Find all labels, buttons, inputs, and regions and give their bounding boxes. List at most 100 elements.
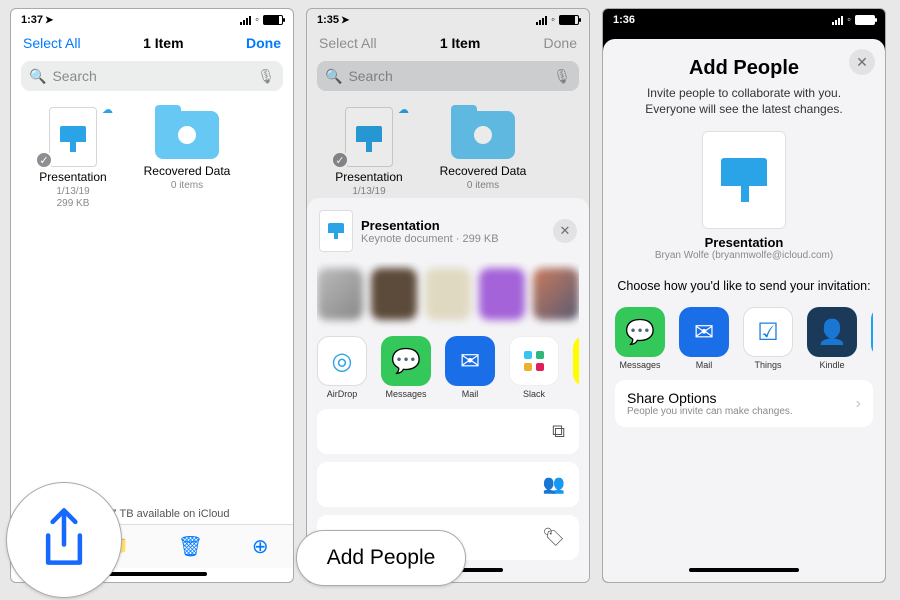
battery-icon <box>263 15 283 25</box>
sheet-title: Presentation <box>361 218 499 233</box>
cell-signal-icon <box>536 16 547 25</box>
airdrop-icon: ◎ <box>317 336 367 386</box>
done-button: Done <box>544 35 577 51</box>
close-card-button[interactable]: ✕ <box>849 49 875 75</box>
mic-icon: 🎙 <box>553 68 571 85</box>
app-kindle[interactable]: 👤 Kindle <box>807 307 857 370</box>
file-date: 1/13/19 <box>325 186 413 198</box>
app-mail[interactable]: ✉︎Mail <box>445 336 495 399</box>
cell-signal-icon <box>832 16 843 25</box>
app-messages[interactable]: 💬 Messages <box>381 336 431 399</box>
nav-title: 1 Item <box>440 35 480 51</box>
file-size: 299 KB <box>29 198 117 210</box>
status-time: 1:37 <box>21 14 43 26</box>
phone-add-people: 1:36 ◦ ✕ Add People Invite people to col… <box>602 8 886 583</box>
folder-icon <box>451 111 515 159</box>
contact-avatar[interactable] <box>425 268 471 320</box>
messages-icon: 💬 <box>381 336 431 386</box>
contact-avatar[interactable] <box>317 268 363 320</box>
action-copy[interactable]: Copy⧉ <box>317 409 579 454</box>
airdrop-contacts-row[interactable] <box>317 262 579 330</box>
callout-add-people: Add People <box>296 530 466 586</box>
app-label: Messages <box>385 389 426 399</box>
search-field: 🔍 Search 🎙 <box>317 61 579 91</box>
wifi-icon: ◦ <box>255 14 259 26</box>
invite-apps-row[interactable]: 💬 Messages ✉︎ Mail ☑︎Things 👤 Kindle ✦T <box>615 301 873 372</box>
share-apps-row[interactable]: ◎AirDrop 💬 Messages ✉︎Mail Slack 👻Sn <box>317 330 579 401</box>
file-item-recovered: Recovered Data 0 items <box>439 107 527 210</box>
callout-label: Add People <box>327 546 436 570</box>
home-indicator[interactable] <box>97 572 207 576</box>
messages-icon: 💬 <box>615 307 665 357</box>
app-label: Kindle <box>819 360 844 370</box>
status-bar: 1:37➤ ◦ <box>11 9 293 29</box>
mic-icon[interactable]: 🎙 <box>257 68 275 85</box>
twitter-icon: ✦ <box>871 307 873 357</box>
file-item-recovered[interactable]: Recovered Data 0 items <box>143 107 231 210</box>
cell-signal-icon <box>240 16 251 25</box>
chevron-right-icon: › <box>856 395 861 413</box>
things-icon: ☑︎ <box>743 307 793 357</box>
file-date: 1/13/19 <box>29 186 117 198</box>
app-things[interactable]: ☑︎Things <box>743 307 793 370</box>
location-icon: ➤ <box>341 15 349 26</box>
status-bar: 1:35➤ ◦ <box>307 9 589 29</box>
search-placeholder: Search <box>348 68 392 84</box>
share-options-title: Share Options <box>627 390 793 406</box>
card-title: Add People <box>615 57 873 80</box>
location-icon: ➤ <box>45 15 53 26</box>
document-name: Presentation <box>615 235 873 250</box>
app-mail[interactable]: ✉︎ Mail <box>679 307 729 370</box>
kindle-icon: 👤 <box>807 307 857 357</box>
app-label: Messages <box>619 360 660 370</box>
delete-button[interactable]: 🗑 <box>178 534 203 559</box>
phone-share-sheet: 1:35➤ ◦ Select All 1 Item Done 🔍 Search … <box>306 8 590 583</box>
nav-bar: Select All 1 Item Done <box>11 29 293 57</box>
close-sheet-button[interactable]: ✕ <box>553 219 577 243</box>
snapchat-icon: 👻 <box>573 336 579 386</box>
cloud-upload-icon: ☁︎ <box>102 103 113 116</box>
document-owner: Bryan Wolfe (bryanmwolfe@icloud.com) <box>615 250 873 261</box>
file-name: Recovered Data <box>439 165 527 179</box>
tag-icon: 🏷 <box>542 527 565 548</box>
app-label: Mail <box>696 360 713 370</box>
mail-icon: ✉︎ <box>679 307 729 357</box>
app-airdrop[interactable]: ◎AirDrop <box>317 336 367 399</box>
file-grid: ☁︎ ✓ Presentation 1/13/19 299 KB Recover… <box>11 99 293 218</box>
app-label: Slack <box>523 389 545 399</box>
app-twitter[interactable]: ✦T <box>871 307 873 370</box>
file-item-presentation[interactable]: ☁︎ ✓ Presentation 1/13/19 299 KB <box>29 107 117 210</box>
app-snap[interactable]: 👻Sn <box>573 336 579 399</box>
app-messages[interactable]: 💬 Messages <box>615 307 665 370</box>
slack-icon <box>509 336 559 386</box>
action-add-people[interactable]: Add People👥 <box>317 462 579 507</box>
sheet-file-icon <box>319 210 353 252</box>
search-field[interactable]: 🔍 Search 🎙 <box>21 61 283 91</box>
copy-icon: ⧉ <box>552 421 565 442</box>
wifi-icon: ◦ <box>847 14 851 26</box>
nav-bar: Select All 1 Item Done <box>307 29 589 57</box>
contact-avatar[interactable] <box>479 268 525 320</box>
keynote-file-icon <box>49 107 97 167</box>
select-all-button[interactable]: Select All <box>23 35 81 51</box>
callout-share-icon <box>6 482 122 598</box>
card-lead: Invite people to collaborate with you. E… <box>615 80 873 127</box>
file-name: Presentation <box>29 171 117 185</box>
search-icon: 🔍 <box>29 68 46 85</box>
app-label: Mail <box>462 389 479 399</box>
share-options-row[interactable]: Share Options People you invite can make… <box>615 380 873 427</box>
search-placeholder: Search <box>52 68 96 84</box>
file-item-presentation: ☁︎ ✓ Presentation 1/13/19 299 KB <box>325 107 413 210</box>
select-all-button: Select All <box>319 35 377 51</box>
contact-avatar[interactable] <box>371 268 417 320</box>
more-button[interactable]: ⊕ <box>252 534 269 559</box>
done-button[interactable]: Done <box>246 35 281 51</box>
home-indicator[interactable] <box>689 568 799 572</box>
battery-icon <box>559 15 579 25</box>
file-meta: 0 items <box>143 180 231 192</box>
file-name: Presentation <box>325 171 413 185</box>
contact-avatar[interactable] <box>533 268 579 320</box>
app-slack[interactable]: Slack <box>509 336 559 399</box>
document-preview-icon <box>702 131 786 229</box>
add-people-icon: 👥 <box>543 474 565 495</box>
